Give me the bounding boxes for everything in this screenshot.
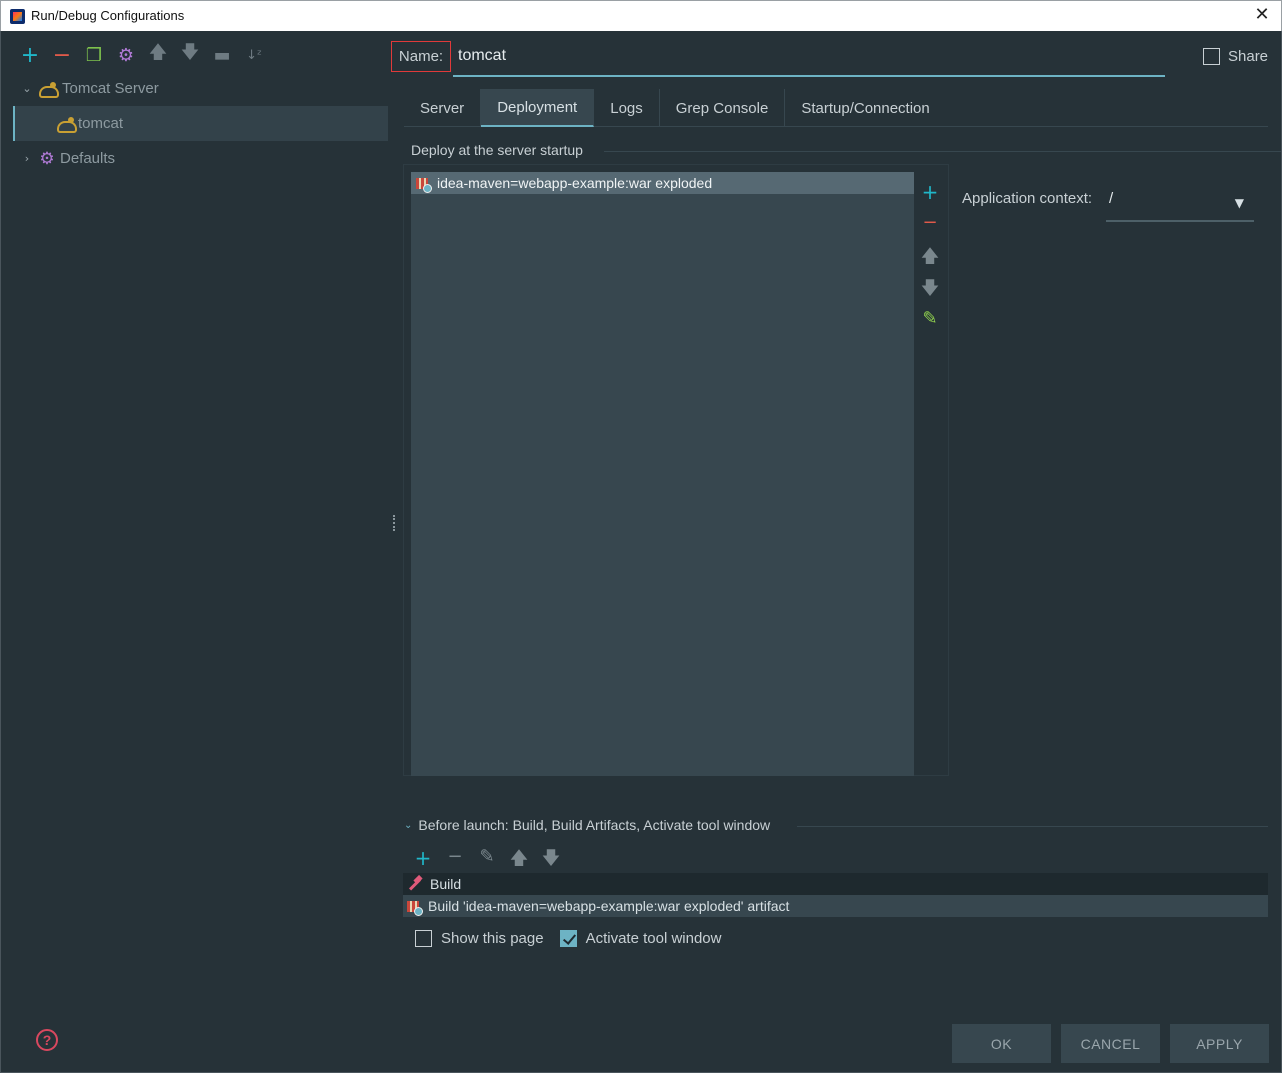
gear-icon: ⚙ — [39, 148, 55, 169]
splitter-handle[interactable] — [393, 515, 397, 531]
settings-icon[interactable]: ⚙ — [110, 45, 142, 66]
deploy-list-toolbar: + − 🡅 🡇 ✎ — [920, 180, 940, 340]
folder-icon[interactable]: ▬ — [206, 45, 238, 66]
configurations-tree: ⌄ Tomcat Server tomcat › ⚙ Defaults — [0, 71, 388, 176]
configurations-panel — [1, 31, 389, 1003]
add-icon[interactable]: + — [14, 43, 46, 68]
tab-startup-connection[interactable]: Startup/Connection — [785, 89, 945, 127]
chevron-down-icon[interactable]: ⌄ — [20, 82, 34, 95]
name-label: Name: — [391, 41, 451, 72]
activate-tool-window-label: Activate tool window — [585, 930, 722, 947]
chevron-down-icon[interactable]: ⌄ — [404, 820, 412, 831]
before-launch-header[interactable]: ⌄ Before launch: Build, Build Artifacts,… — [404, 817, 770, 833]
tomcat-icon — [38, 81, 59, 98]
before-launch-title: Before launch: Build, Build Artifacts, A… — [418, 817, 771, 833]
deploy-item-label: idea-maven=webapp-example:war exploded — [437, 175, 713, 191]
before-launch-toolbar: + − ✎ 🡅 🡇 — [407, 846, 567, 870]
before-launch-item-label: Build 'idea-maven=webapp-example:war exp… — [428, 898, 790, 914]
deploy-list[interactable]: idea-maven=webapp-example:war exploded — [411, 172, 914, 776]
list-item[interactable]: idea-maven=webapp-example:war exploded — [411, 172, 914, 194]
window-titlebar: Run/Debug Configurations ✕ — [0, 0, 1282, 31]
move-down-icon[interactable]: 🡇 — [920, 276, 940, 308]
artifact-icon — [415, 175, 432, 193]
artifact-icon — [406, 898, 423, 916]
before-launch-item-label: Build — [430, 876, 462, 892]
activate-tool-window-option[interactable]: Activate tool window — [559, 930, 722, 947]
tree-item-tomcat-server[interactable]: ⌄ Tomcat Server — [0, 71, 388, 106]
divider — [797, 826, 1268, 827]
help-icon[interactable]: ? — [36, 1029, 58, 1051]
tomcat-icon — [56, 116, 77, 133]
tab-bar: Server Deployment Logs Grep Console Star… — [404, 89, 1268, 127]
tab-server[interactable]: Server — [404, 89, 482, 127]
application-context-select[interactable]: / ▼ — [1106, 184, 1254, 222]
before-launch-list[interactable]: Build Build 'idea-maven=webapp-example:w… — [403, 873, 1268, 917]
show-this-page-checkbox[interactable] — [415, 930, 432, 947]
move-up-icon[interactable]: 🡅 — [920, 244, 940, 276]
show-this-page-option[interactable]: Show this page — [415, 930, 544, 947]
remove-icon[interactable]: − — [920, 212, 940, 244]
activate-tool-window-checkbox[interactable] — [559, 930, 577, 947]
name-input[interactable]: tomcat — [453, 41, 1165, 77]
close-icon[interactable]: ✕ — [1251, 4, 1273, 26]
move-down-icon[interactable]: 🡇 — [535, 846, 567, 869]
chevron-right-icon[interactable]: › — [20, 152, 34, 165]
show-this-page-label: Show this page — [441, 930, 544, 947]
application-context-label: Application context: — [962, 190, 1093, 207]
share-checkbox[interactable] — [1203, 48, 1220, 65]
remove-icon[interactable]: − — [439, 846, 471, 867]
window-title: Run/Debug Configurations — [31, 8, 185, 23]
cancel-button[interactable]: CANCEL — [1061, 1024, 1160, 1063]
deploy-group-title: Deploy at the server startup — [411, 142, 583, 158]
tree-item-label: Defaults — [60, 150, 116, 167]
intellij-app-icon — [10, 9, 25, 24]
move-up-icon[interactable]: 🡅 — [503, 846, 535, 869]
add-icon[interactable]: + — [407, 846, 439, 870]
list-item[interactable]: Build — [403, 873, 1268, 895]
remove-icon[interactable]: − — [46, 43, 78, 68]
hammer-icon — [406, 876, 424, 892]
apply-button[interactable]: APPLY — [1170, 1024, 1269, 1063]
share-checkbox-group[interactable]: Share — [1203, 48, 1268, 65]
add-icon[interactable]: + — [920, 180, 940, 212]
tab-deployment[interactable]: Deployment — [481, 89, 595, 127]
list-item[interactable]: Build 'idea-maven=webapp-example:war exp… — [403, 895, 1268, 917]
tree-item-label: Tomcat Server — [62, 80, 159, 97]
ok-button[interactable]: OK — [952, 1024, 1051, 1063]
move-up-icon[interactable]: 🡅 — [142, 42, 174, 65]
tab-logs[interactable]: Logs — [594, 89, 660, 127]
tab-grep-console[interactable]: Grep Console — [660, 89, 786, 127]
options-row: Show this page Activate tool window — [415, 930, 737, 947]
copy-icon[interactable]: ❐ — [78, 45, 110, 66]
dropdown-arrow-icon[interactable]: ▼ — [1235, 196, 1244, 210]
sort-icon[interactable]: ↓ᶻ — [238, 45, 270, 65]
tree-item-tomcat[interactable]: tomcat — [13, 106, 388, 141]
edit-pencil-icon[interactable]: ✎ — [920, 308, 940, 340]
share-label: Share — [1228, 48, 1269, 65]
tree-item-label: tomcat — [78, 115, 124, 132]
application-context-value: / — [1109, 190, 1114, 207]
tree-item-defaults[interactable]: › ⚙ Defaults — [0, 141, 388, 176]
divider — [604, 151, 1281, 152]
configurations-toolbar: + − ❐ ⚙ 🡅 🡇 ▬ ↓ᶻ — [14, 42, 270, 68]
edit-pencil-icon[interactable]: ✎ — [471, 846, 503, 867]
move-down-icon[interactable]: 🡇 — [174, 42, 206, 65]
